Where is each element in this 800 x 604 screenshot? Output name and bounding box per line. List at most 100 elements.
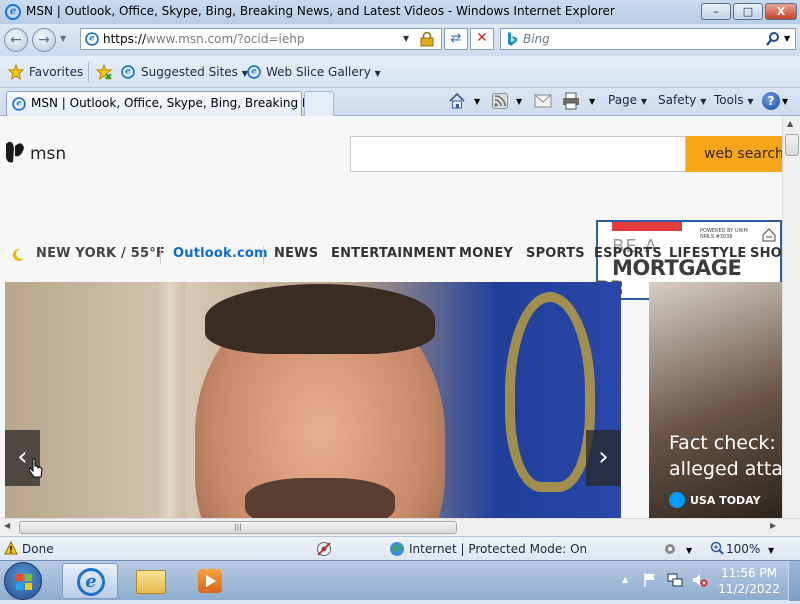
ie-icon: e (5, 4, 21, 20)
address-url[interactable]: https://www.msn.com/?ocid=iehp (103, 32, 304, 46)
help-icon[interactable]: ? (762, 92, 780, 110)
web-slice-gallery-link[interactable]: Web Slice Gallery ▼ (266, 65, 381, 79)
tab-msn[interactable]: e MSN | Outlook, Office, Skype, Bing, Br… (6, 91, 330, 116)
scroll-right-icon[interactable]: ▶ (770, 521, 776, 530)
carousel-next-button[interactable]: › (586, 430, 621, 486)
privacy-icon[interactable] (316, 541, 332, 557)
taskbar-internet-explorer[interactable]: e (62, 563, 118, 599)
address-row: ← → ▼ e https://www.msn.com/?ocid=iehp ▼… (0, 24, 800, 56)
home-icon[interactable] (448, 92, 466, 110)
address-field[interactable]: e https://www.msn.com/?ocid=iehp ▼ (80, 28, 442, 50)
network-icon[interactable] (667, 572, 683, 588)
bing-search-field[interactable]: Bing ▼ (500, 28, 796, 50)
zoom-dropdown-icon[interactable]: ▼ (768, 546, 774, 555)
weather-link[interactable]: NEW YORK / 55°F (36, 246, 165, 261)
folder-icon (136, 570, 166, 594)
back-button[interactable]: ← (4, 28, 28, 52)
start-button[interactable] (4, 562, 42, 600)
nav-entertainment[interactable]: ENTERTAINMENT (331, 246, 456, 261)
ie-icon: e (77, 568, 105, 596)
side-story-card[interactable]: Fact check: P alleged attac USA TODAY (649, 282, 782, 518)
search-options-icon[interactable]: ▼ (784, 34, 790, 43)
status-bar: Done Internet | Protected Mode: On ▼ 100… (0, 536, 800, 560)
warning-icon (4, 540, 18, 555)
hero-carousel-image[interactable]: ‹ › (5, 282, 621, 518)
equal-housing-icon (762, 228, 776, 242)
taskbar: e ▲ 11:56 PM 11/2/2022 (0, 560, 800, 601)
clock-time[interactable]: 11:56 PM (715, 566, 783, 580)
zoom-level[interactable]: 100% (726, 542, 760, 556)
scroll-up-icon[interactable]: ▲ (787, 119, 793, 128)
close-button[interactable]: X (765, 3, 797, 20)
add-favorites-icon[interactable] (95, 63, 113, 81)
hero-hair (205, 284, 435, 354)
hero-column (155, 282, 185, 518)
suggested-sites-link[interactable]: Suggested Sites ▼ (141, 65, 248, 79)
volume-muted-icon[interactable] (692, 572, 708, 588)
horizontal-scroll-thumb[interactable]: ||| (19, 521, 457, 534)
minimize-button[interactable]: – (701, 3, 731, 20)
address-dropdown-icon[interactable]: ▼ (403, 34, 409, 43)
hero-beard (245, 478, 395, 518)
side-story-headline-1: Fact check: P (669, 432, 782, 454)
maximize-button[interactable]: □ (733, 3, 763, 20)
nav-sports[interactable]: SPORTS (526, 246, 585, 261)
stop-button[interactable]: ✕ (470, 28, 494, 50)
web-slice-label: Web Slice Gallery (266, 65, 371, 79)
search-icon[interactable] (765, 31, 781, 47)
recent-pages-icon[interactable]: ▼ (60, 34, 66, 43)
taskbar-windows-explorer[interactable] (124, 563, 180, 599)
forward-button[interactable]: → (32, 28, 56, 52)
tab-row: e MSN | Outlook, Office, Skype, Bing, Br… (0, 88, 800, 116)
msn-logo-text[interactable]: msn (30, 144, 66, 164)
taskbar-media-player[interactable] (184, 563, 240, 599)
favorites-button[interactable]: Favorites (29, 65, 83, 79)
chevron-down-icon: ▼ (747, 97, 754, 106)
page-icon: e (85, 32, 99, 46)
status-text: Done (22, 542, 54, 556)
action-center-flag-icon[interactable] (643, 572, 657, 588)
nav-news[interactable]: NEWS (274, 246, 318, 261)
title-bar: e MSN | Outlook, Office, Skype, Bing, Br… (0, 0, 800, 24)
horizontal-scrollbar[interactable]: ◀ ||| ▶ (0, 518, 800, 536)
print-dropdown-icon[interactable]: ▼ (589, 97, 595, 106)
media-player-icon (198, 569, 222, 593)
suggested-sites-label: Suggested Sites (141, 65, 238, 79)
clock-date[interactable]: 11/2/2022 (715, 582, 783, 596)
nav-shop[interactable]: SHOP (750, 246, 782, 261)
tools-dropdown-icon[interactable]: ▼ (686, 546, 692, 555)
new-tab-button[interactable] (304, 91, 334, 116)
web-search-button[interactable]: web search (686, 136, 782, 172)
safety-menu-label: Safety (658, 93, 697, 107)
read-mail-icon[interactable] (534, 94, 552, 108)
hero-emblem (505, 292, 595, 492)
msn-butterfly-icon[interactable] (4, 138, 26, 166)
help-dropdown-icon[interactable]: ▼ (782, 97, 788, 106)
scroll-left-icon[interactable]: ◀ (4, 521, 10, 530)
feeds-icon[interactable] (492, 93, 508, 109)
lock-icon[interactable] (420, 31, 434, 47)
globe-icon (389, 541, 405, 557)
vertical-scrollbar[interactable]: ▲ (782, 116, 800, 518)
web-search-input[interactable] (350, 136, 686, 172)
tools-menu[interactable]: Tools ▼ (714, 93, 754, 107)
security-zone[interactable]: Internet | Protected Mode: On (409, 542, 587, 556)
home-dropdown-icon[interactable]: ▼ (474, 97, 480, 106)
ad-line-2: MORTGAGE (612, 256, 742, 280)
refresh-button[interactable]: ⇄ (444, 28, 468, 50)
print-icon[interactable] (562, 92, 580, 110)
show-hidden-icons[interactable]: ▲ (622, 575, 628, 584)
nav-outlook[interactable]: Outlook.com (173, 246, 268, 261)
url-prefix: https:// (103, 32, 147, 46)
safety-menu[interactable]: Safety ▼ (658, 93, 706, 107)
chevron-down-icon: ▼ (640, 97, 648, 106)
page-menu[interactable]: Page ▼ (608, 93, 647, 107)
feeds-dropdown-icon[interactable]: ▼ (516, 97, 522, 106)
nav-money[interactable]: MONEY (459, 246, 513, 261)
tab-title: MSN | Outlook, Office, Skype, Bing, Brea… (31, 96, 330, 110)
vertical-scroll-thumb[interactable] (785, 134, 799, 156)
side-story-source: USA TODAY (690, 494, 761, 507)
show-desktop-button[interactable] (788, 561, 800, 601)
usa-today-logo-icon (669, 492, 685, 508)
tools-gear-icon[interactable] (662, 541, 678, 557)
